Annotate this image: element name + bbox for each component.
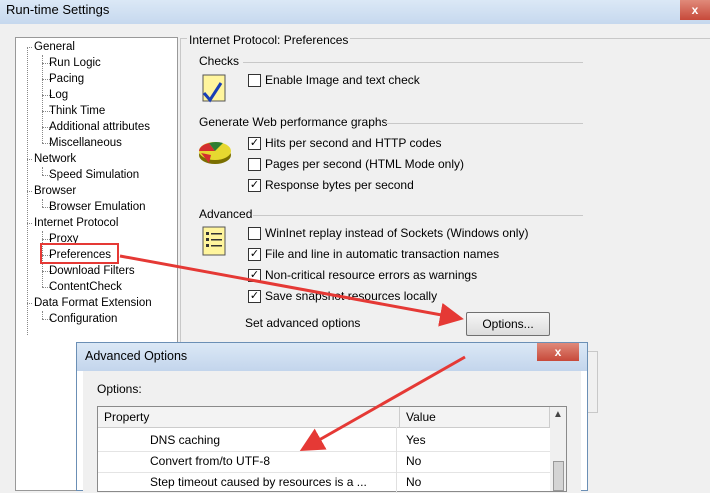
scrollbar[interactable] — [550, 427, 566, 491]
option-label: Response bytes per second — [265, 178, 414, 192]
tree-line — [42, 167, 43, 175]
tree-item-run-logic[interactable]: Run Logic — [49, 55, 101, 71]
tree-item-internet-protocol[interactable]: Internet Protocol — [34, 215, 118, 231]
checkbox-save-snapshot[interactable]: ✓ — [248, 290, 261, 303]
checkbox-non-critical-errors[interactable]: ✓ — [248, 269, 261, 282]
tree-item-configuration[interactable]: Configuration — [49, 311, 117, 327]
set-advanced-label: Set advanced options — [245, 316, 361, 330]
checkbox-hits-per-second[interactable]: ✓ — [248, 137, 261, 150]
notepad-icon — [201, 225, 227, 257]
column-divider — [396, 427, 397, 493]
advanced-options-dialog: Advanced Options x Options: Property Val… — [76, 342, 588, 493]
tree-item-pacing[interactable]: Pacing — [49, 71, 84, 87]
options-button[interactable]: Options... — [466, 312, 550, 336]
checks-separator — [243, 62, 583, 63]
tree-item-download-filters[interactable]: Download Filters — [49, 263, 135, 279]
tree-item-speed-simulation[interactable]: Speed Simulation — [49, 167, 139, 183]
highlight-box — [40, 243, 119, 264]
tree-line — [42, 311, 43, 319]
tree-connector — [27, 159, 32, 160]
tree-item-log[interactable]: Log — [49, 87, 68, 103]
checkbox-enable-image-text-check[interactable] — [248, 74, 261, 87]
option-label: Pages per second (HTML Mode only) — [265, 157, 464, 171]
property-value[interactable]: Yes — [406, 430, 426, 450]
checklist-icon — [199, 73, 229, 105]
option-label: WinInet replay instead of Sockets (Windo… — [265, 226, 529, 240]
checkmark-icon: ✓ — [249, 290, 260, 302]
property-name[interactable]: DNS caching — [150, 430, 220, 450]
tree-line — [42, 199, 43, 207]
dialog-title: Advanced Options — [85, 349, 188, 363]
window-close-button[interactable]: x — [680, 0, 710, 20]
checkmark-icon: ✓ — [249, 269, 260, 281]
option-label: Save snapshot resources locally — [265, 289, 438, 303]
checkmark-icon: ✓ — [249, 137, 260, 149]
tree-item-data-format-extension[interactable]: Data Format Extension — [34, 295, 152, 311]
tree-item-think-time[interactable]: Think Time — [49, 103, 105, 119]
checkbox-response-bytes[interactable]: ✓ — [248, 179, 261, 192]
checkmark-icon: ✓ — [249, 248, 260, 260]
tree-item-browser-emulation[interactable]: Browser Emulation — [49, 199, 146, 215]
property-name[interactable]: Convert from/to UTF-8 — [150, 451, 270, 471]
option-label: File and line in automatic transaction n… — [265, 247, 500, 261]
tree-item-browser[interactable]: Browser — [34, 183, 76, 199]
checkbox-pages-per-second[interactable] — [248, 158, 261, 171]
options-label: Options: — [97, 382, 142, 396]
dialog-body: Options: Property Value ▲ DNS caching Ye… — [83, 371, 581, 493]
property-grid[interactable]: Property Value ▲ DNS caching Yes Convert… — [97, 406, 567, 493]
dialog-titlebar: Advanced Options x — [77, 343, 587, 371]
dialog-close-button[interactable]: x — [537, 343, 579, 361]
group-title: Internet Protocol: Preferences — [187, 33, 351, 47]
scrollbar-thumb[interactable] — [553, 461, 564, 491]
close-icon: x — [554, 345, 562, 359]
property-value[interactable]: No — [406, 451, 421, 471]
option-label: Enable Image and text check — [265, 73, 420, 87]
tree-connector — [27, 223, 32, 224]
graphs-separator — [386, 123, 583, 124]
option-label: Non-critical resource errors as warnings — [265, 268, 478, 282]
chevron-up-icon: ▲ — [553, 409, 563, 420]
window-titlebar: Run-time Settings x — [0, 0, 710, 24]
tree-item-general[interactable]: General — [34, 39, 75, 55]
tree-item-additional-attributes[interactable]: Additional attributes — [49, 119, 150, 135]
tree-item-contentcheck[interactable]: ContentCheck — [49, 279, 122, 295]
window-title: Run-time Settings — [6, 2, 110, 17]
checkbox-wininet-replay[interactable] — [248, 227, 261, 240]
graphs-section-title: Generate Web performance graphs — [199, 115, 388, 129]
column-header-value[interactable]: Value — [400, 407, 550, 428]
checks-section-title: Checks — [199, 54, 240, 68]
pie-chart-icon — [197, 135, 233, 167]
tree-connector — [27, 303, 32, 304]
advanced-section-title: Advanced — [199, 207, 253, 221]
advanced-separator — [253, 215, 583, 216]
property-value[interactable]: No — [406, 472, 421, 492]
tree-item-network[interactable]: Network — [34, 151, 76, 167]
close-icon: x — [691, 3, 699, 17]
column-header-property[interactable]: Property — [98, 407, 400, 428]
option-label: Hits per second and HTTP codes — [265, 136, 442, 150]
tree-connector — [27, 191, 32, 192]
checkbox-file-and-line[interactable]: ✓ — [248, 248, 261, 261]
scroll-up-button[interactable]: ▲ — [550, 407, 566, 427]
tree-line — [42, 55, 43, 143]
tree-item-miscellaneous[interactable]: Miscellaneous — [49, 135, 122, 151]
property-name[interactable]: Step timeout caused by resources is a ..… — [150, 472, 367, 492]
checkmark-icon: ✓ — [249, 179, 260, 191]
tree-connector — [27, 47, 32, 48]
